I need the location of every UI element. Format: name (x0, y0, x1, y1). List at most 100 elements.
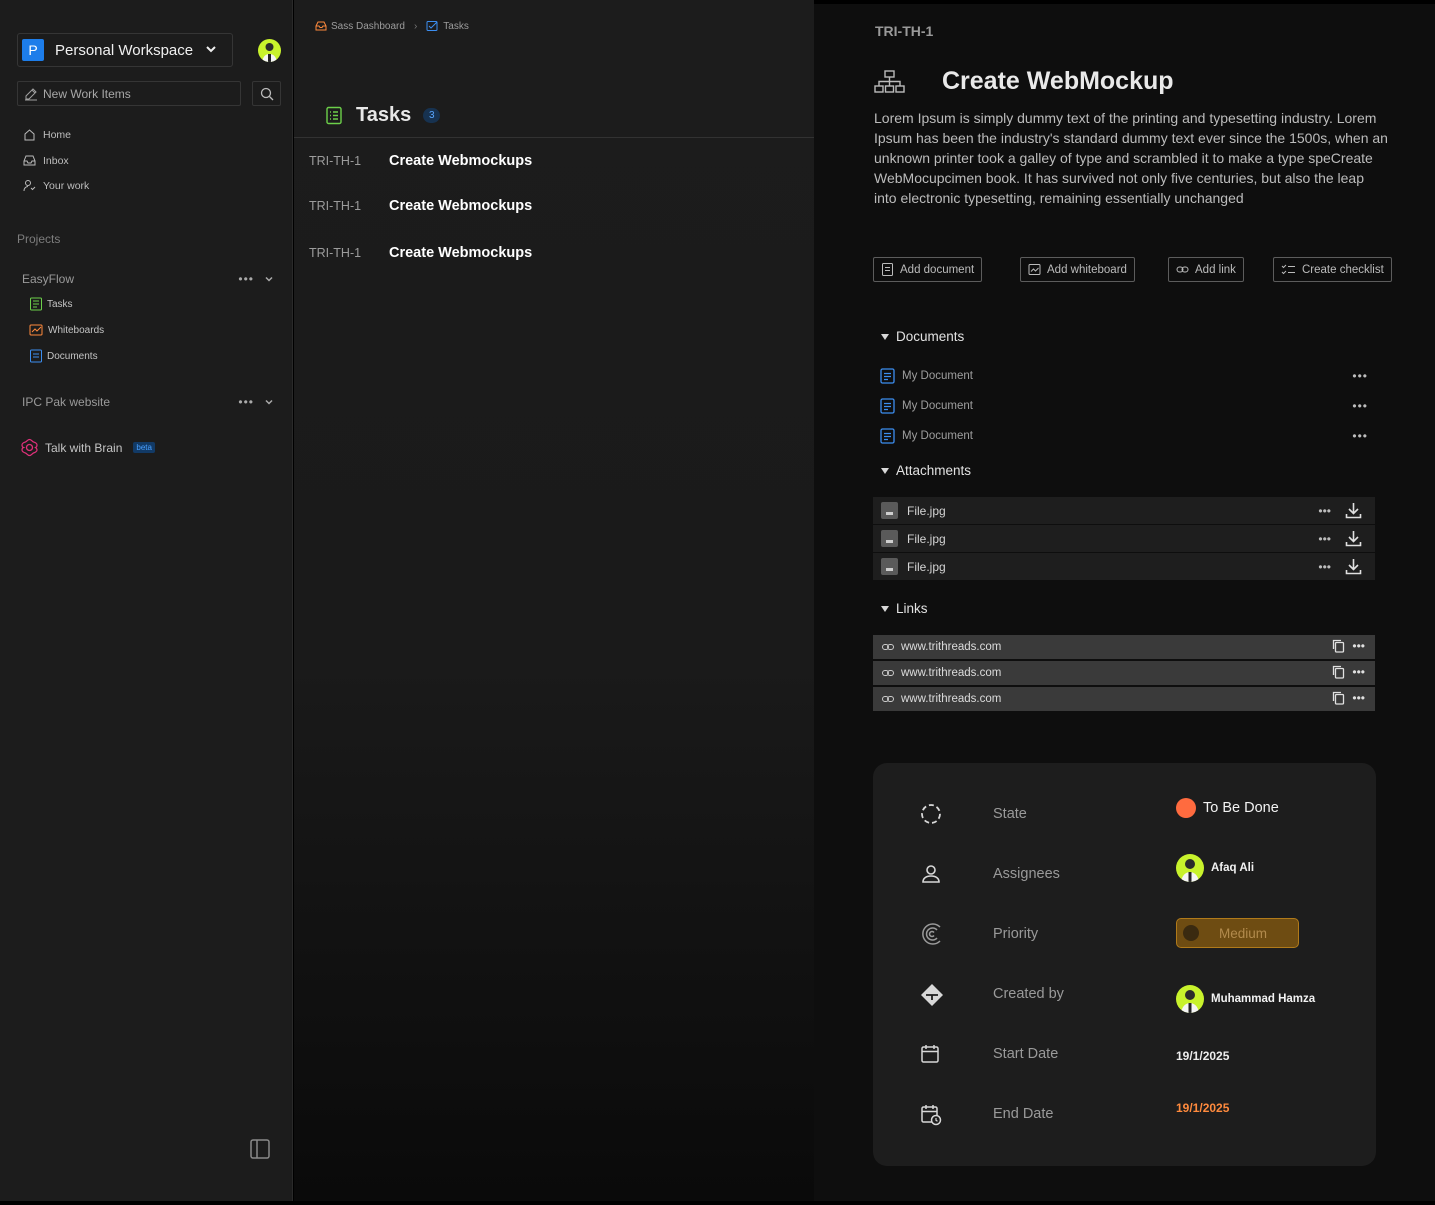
section-title: Links (896, 601, 928, 616)
projects-title: Projects (17, 232, 61, 246)
edit-icon (25, 87, 37, 100)
divider (294, 137, 814, 138)
documents-section-toggle[interactable]: Documents (881, 329, 964, 344)
sidebar-item-label: Tasks (47, 298, 73, 310)
add-whiteboard-button[interactable]: Add whiteboard (1020, 257, 1135, 282)
caret-down-icon (881, 605, 889, 612)
more-icon[interactable]: ••• (238, 272, 254, 286)
tasks-header: Tasks 3 (325, 104, 441, 127)
document-item[interactable]: My Document ••• (880, 426, 1368, 446)
more-icon[interactable]: ••• (1352, 399, 1368, 413)
link-item[interactable]: www.trithreads.com ••• (873, 687, 1375, 711)
attachment-item[interactable]: File.jpg ••• (873, 525, 1375, 553)
more-icon[interactable]: ••• (238, 395, 254, 409)
start-date-value[interactable]: 19/1/2025 (1176, 1049, 1229, 1063)
document-item[interactable]: My Document ••• (880, 366, 1368, 386)
chevron-down-icon[interactable] (264, 397, 274, 407)
copy-icon[interactable] (1332, 691, 1345, 705)
search-icon (260, 87, 273, 100)
workspace-badge: P (22, 39, 44, 61)
breadcrumb-item[interactable]: Tasks (443, 21, 469, 32)
sidebar-item-documents[interactable]: Documents (29, 349, 98, 363)
chevron-down-icon[interactable] (264, 274, 274, 284)
priority-text: Medium (1219, 925, 1268, 941)
priority-icon (922, 923, 941, 945)
add-link-button[interactable]: Add link (1168, 257, 1244, 282)
task-row[interactable]: TRI-TH-1 Create Webmockups (309, 153, 532, 169)
link-icon (1176, 266, 1189, 273)
image-file-icon (881, 530, 898, 547)
copy-icon[interactable] (1332, 665, 1345, 679)
download-icon[interactable] (1345, 558, 1362, 575)
links-section-toggle[interactable]: Links (881, 601, 928, 616)
link-item[interactable]: www.trithreads.com ••• (873, 661, 1375, 685)
project-easyflow[interactable]: EasyFlow ••• (22, 270, 274, 288)
sidebar-item-tasks[interactable]: Tasks (29, 297, 73, 311)
link-url[interactable]: www.trithreads.com (901, 667, 1001, 679)
more-icon[interactable]: ••• (1352, 639, 1365, 653)
end-date-value[interactable]: 19/1/2025 (1176, 1101, 1229, 1115)
breadcrumb-item[interactable]: Sass Dashboard (331, 21, 405, 32)
create-checklist-label: Create checklist (1302, 263, 1384, 276)
document-icon (882, 263, 893, 276)
sidebar-item-home[interactable]: Home (23, 128, 71, 141)
link-item[interactable]: www.trithreads.com ••• (873, 635, 1375, 659)
created-by-label: Created by (993, 986, 1064, 1002)
project-name: EasyFlow (22, 272, 75, 286)
task-detail-panel: TRI-TH-1 Create WebMockup Lorem Ipsum is… (814, 4, 1435, 1201)
task-row[interactable]: TRI-TH-1 Create Webmockups (309, 198, 532, 214)
new-work-items-input[interactable]: New Work Items (17, 81, 241, 106)
sidebar-item-your-work[interactable]: Your work (23, 179, 89, 192)
state-value[interactable]: To Be Done (1176, 798, 1279, 818)
task-name: Create Webmockups (389, 245, 533, 261)
more-icon[interactable]: ••• (1318, 532, 1331, 546)
user-avatar[interactable] (258, 39, 281, 62)
task-row[interactable]: TRI-TH-1 Create Webmockups (309, 245, 532, 261)
breadcrumb: Sass Dashboard › Tasks (315, 20, 469, 32)
document-icon (880, 428, 895, 444)
project-ipc-pak-website[interactable]: IPC Pak website ••• (22, 393, 274, 411)
brain-icon (21, 438, 38, 457)
download-icon[interactable] (1345, 530, 1362, 547)
add-link-label: Add link (1195, 263, 1236, 276)
sidebar-item-whiteboards[interactable]: Whiteboards (29, 323, 104, 337)
more-icon[interactable]: ••• (1318, 504, 1331, 518)
whiteboard-icon (1028, 264, 1041, 275)
attachment-item[interactable]: File.jpg ••• (873, 553, 1375, 581)
add-document-button[interactable]: Add document (873, 257, 983, 282)
sidebar-item-inbox[interactable]: Inbox (23, 154, 69, 167)
add-document-label: Add document (900, 263, 975, 276)
document-name: My Document (902, 400, 973, 412)
create-checklist-button[interactable]: Create checklist (1273, 257, 1392, 282)
assignee-value[interactable]: Afaq Ali (1176, 854, 1254, 882)
search-button[interactable] (252, 81, 281, 106)
attachments-section-toggle[interactable]: Attachments (881, 463, 971, 478)
document-item[interactable]: My Document ••• (880, 396, 1368, 416)
calendar-clock-icon (921, 1105, 942, 1126)
copy-icon[interactable] (1332, 639, 1345, 653)
link-url[interactable]: www.trithreads.com (901, 641, 1001, 653)
sidebar-item-label: Your work (43, 179, 90, 192)
link-icon (882, 670, 894, 676)
workspace-selector[interactable]: P Personal Workspace (17, 33, 233, 67)
sidebar-toggle-icon[interactable] (250, 1139, 270, 1159)
user-icon (922, 865, 940, 883)
document-icon (30, 349, 42, 363)
more-icon[interactable]: ••• (1318, 560, 1331, 574)
properties-card: State To Be Done Assignees Afaq Ali Prio… (873, 763, 1376, 1166)
whiteboard-icon (29, 324, 43, 336)
more-icon[interactable]: ••• (1352, 665, 1365, 679)
more-icon[interactable]: ••• (1352, 369, 1368, 383)
created-by-value[interactable]: Muhammad Hamza (1176, 985, 1315, 1013)
more-icon[interactable]: ••• (1352, 429, 1368, 443)
link-url[interactable]: www.trithreads.com (901, 693, 1001, 705)
download-icon[interactable] (1345, 502, 1362, 519)
task-title[interactable]: Create WebMockup (942, 67, 1174, 96)
attachment-item[interactable]: File.jpg ••• (873, 497, 1375, 525)
task-list-panel: Sass Dashboard › Tasks Tasks 3 TRI-TH-1 … (294, 0, 814, 1201)
talk-with-brain[interactable]: Talk with Brain beta (20, 438, 155, 457)
task-description[interactable]: Lorem Ipsum is simply dummy text of the … (874, 108, 1389, 208)
attachment-name: File.jpg (907, 503, 946, 518)
priority-value[interactable]: Medium (1176, 918, 1299, 948)
more-icon[interactable]: ••• (1352, 691, 1365, 705)
